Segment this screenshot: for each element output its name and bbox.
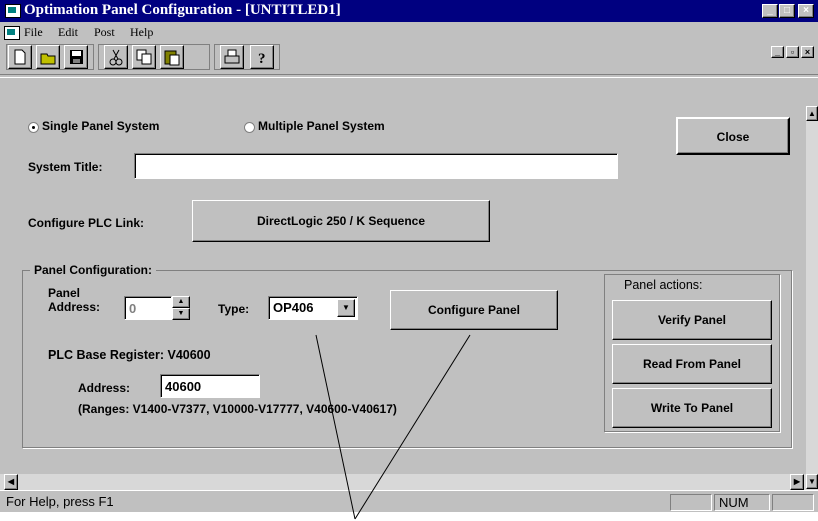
callout-line-type	[315, 334, 356, 520]
callout-line-configure	[354, 334, 471, 520]
annotation-lines	[315, 334, 471, 520]
